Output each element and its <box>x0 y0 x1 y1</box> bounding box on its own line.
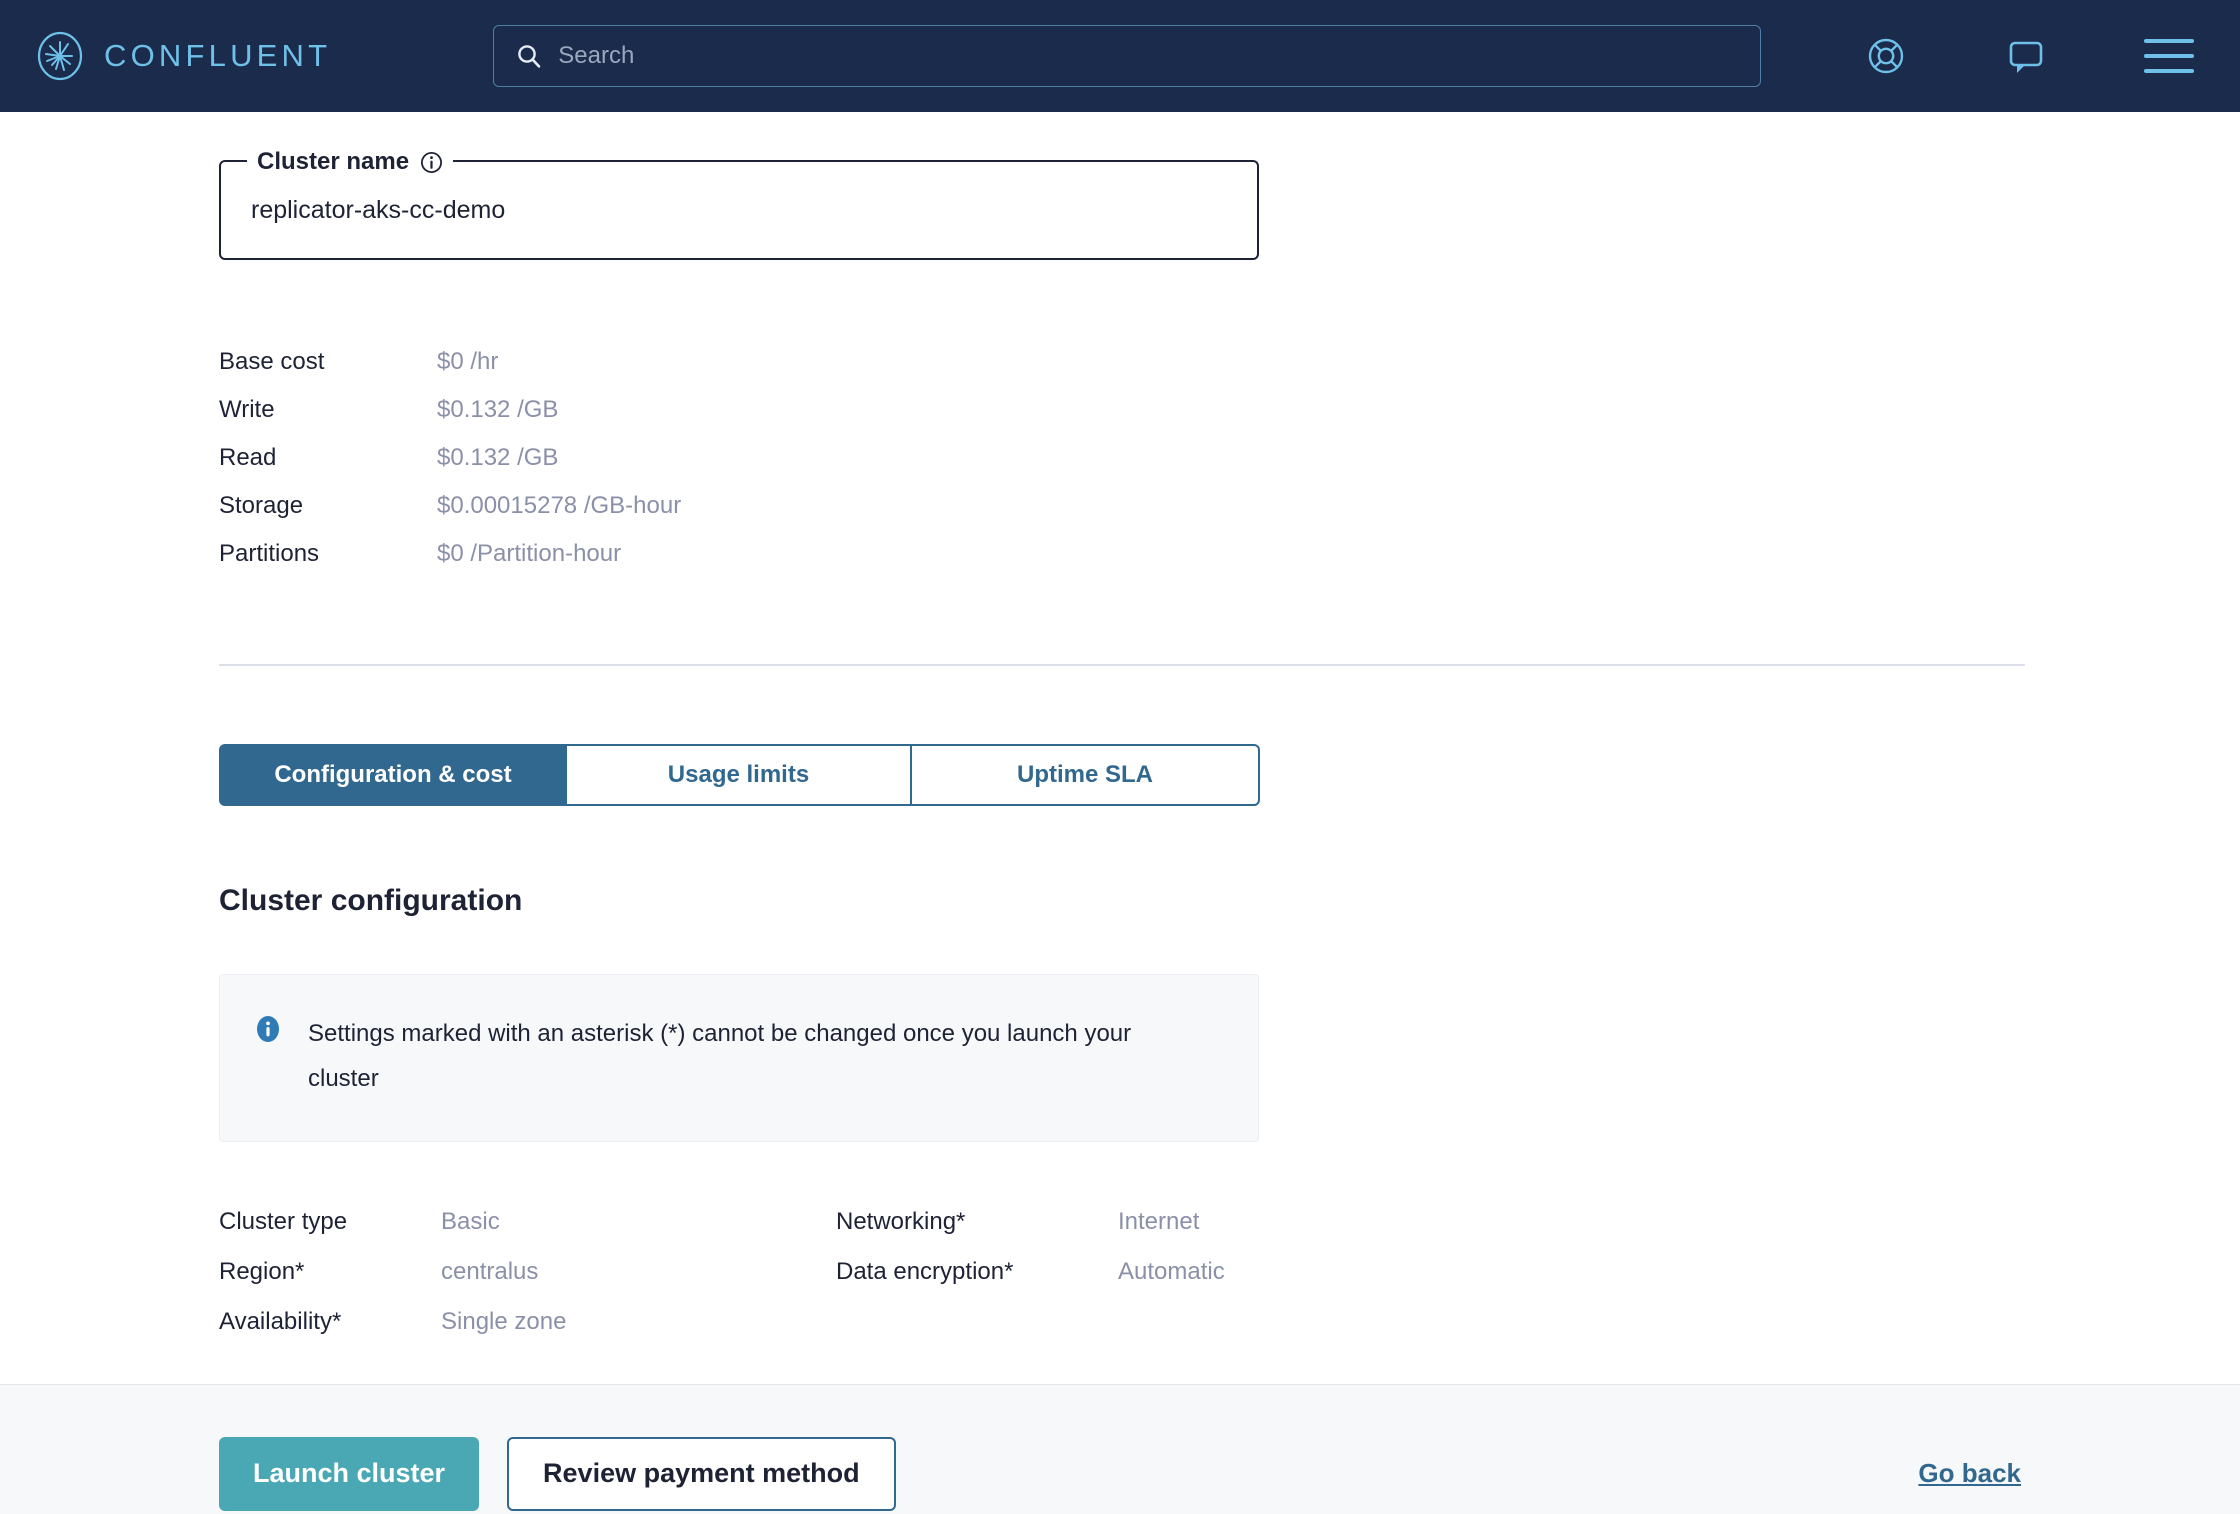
search-input[interactable] <box>558 42 1739 70</box>
hamburger-line <box>2144 69 2194 73</box>
config-label-availability: Availability* <box>219 1308 342 1335</box>
header-actions <box>1864 34 2204 78</box>
review-payment-method-button[interactable]: Review payment method <box>507 1436 896 1511</box>
launch-cluster-button[interactable]: Launch cluster <box>219 1436 480 1511</box>
config-label-cluster-type: Cluster type <box>219 1208 348 1235</box>
pricing-list: Base cost $0 /hr Write $0.132 /GB Read $… <box>219 348 2240 568</box>
go-back-link[interactable]: Go back <box>1918 1458 2021 1489</box>
pricing-value: $0 /Partition-hour <box>437 540 622 567</box>
info-outline-icon[interactable] <box>420 151 443 174</box>
cluster-configuration-grid: Cluster type Basic Networking* Internet … <box>219 1208 2240 1336</box>
pricing-label: Write <box>219 396 275 423</box>
pricing-value: $0.00015278 /GB-hour <box>437 492 682 519</box>
section-divider <box>219 664 2025 666</box>
cluster-name-legend: Cluster name <box>247 147 454 177</box>
info-banner-text: Settings marked with an asterisk (*) can… <box>308 1020 1132 1092</box>
hamburger-line <box>2144 39 2194 43</box>
app-header: CONFLUENT <box>0 0 2240 112</box>
pricing-value: $0.132 /GB <box>437 396 559 423</box>
config-value-availability: Single zone <box>441 1308 567 1335</box>
pricing-label: Storage <box>219 492 304 519</box>
cluster-name-label: Cluster name <box>257 148 410 175</box>
tab-usage-limits[interactable]: Usage limits <box>565 744 912 806</box>
config-spacer <box>1118 1308 2240 1336</box>
info-banner: Settings marked with an asterisk (*) can… <box>219 974 1259 1142</box>
config-spacer <box>836 1308 1118 1336</box>
page-title: Cluster configuration <box>219 884 523 917</box>
hamburger-line <box>2144 54 2194 58</box>
config-value-region: centralus <box>441 1258 539 1285</box>
config-value-cluster-type: Basic <box>441 1208 500 1235</box>
brand-logo[interactable]: CONFLUENT <box>34 30 331 82</box>
tab-configuration-and-cost[interactable]: Configuration & cost <box>219 744 567 806</box>
search-bar[interactable] <box>493 25 1762 87</box>
tab-uptime-sla[interactable]: Uptime SLA <box>910 744 1260 806</box>
pricing-label: Read <box>219 444 277 471</box>
page-content: Cluster name replicator-aks-cc-demo Base… <box>0 147 2240 1514</box>
chat-bubble-icon[interactable] <box>2004 34 2048 78</box>
action-bar: Launch cluster Review payment method Go … <box>0 1384 2240 1514</box>
cluster-detail-tabs: Configuration & cost Usage limits Uptime… <box>219 744 1262 806</box>
pricing-value: $0 /hr <box>437 348 499 375</box>
lifebuoy-help-icon[interactable] <box>1864 34 1908 78</box>
config-label-region: Region* <box>219 1258 305 1285</box>
cluster-name-value: replicator-aks-cc-demo <box>251 195 506 224</box>
info-filled-icon <box>257 1016 279 1042</box>
pricing-value: $0.132 /GB <box>437 444 559 471</box>
hamburger-menu-icon[interactable] <box>2144 39 2194 73</box>
config-label-networking: Networking* <box>836 1208 966 1235</box>
pricing-label: Partitions <box>219 540 320 567</box>
pricing-label: Base cost <box>219 348 325 375</box>
config-value-data-encryption: Automatic <box>1118 1258 1225 1285</box>
search-icon <box>518 45 541 68</box>
brand-wordmark: CONFLUENT <box>104 38 332 73</box>
confluent-starburst-icon <box>37 31 83 81</box>
config-value-networking: Internet <box>1118 1208 1200 1235</box>
config-label-data-encryption: Data encryption* <box>836 1258 1014 1285</box>
cluster-name-field[interactable]: Cluster name replicator-aks-cc-demo <box>219 147 1259 260</box>
